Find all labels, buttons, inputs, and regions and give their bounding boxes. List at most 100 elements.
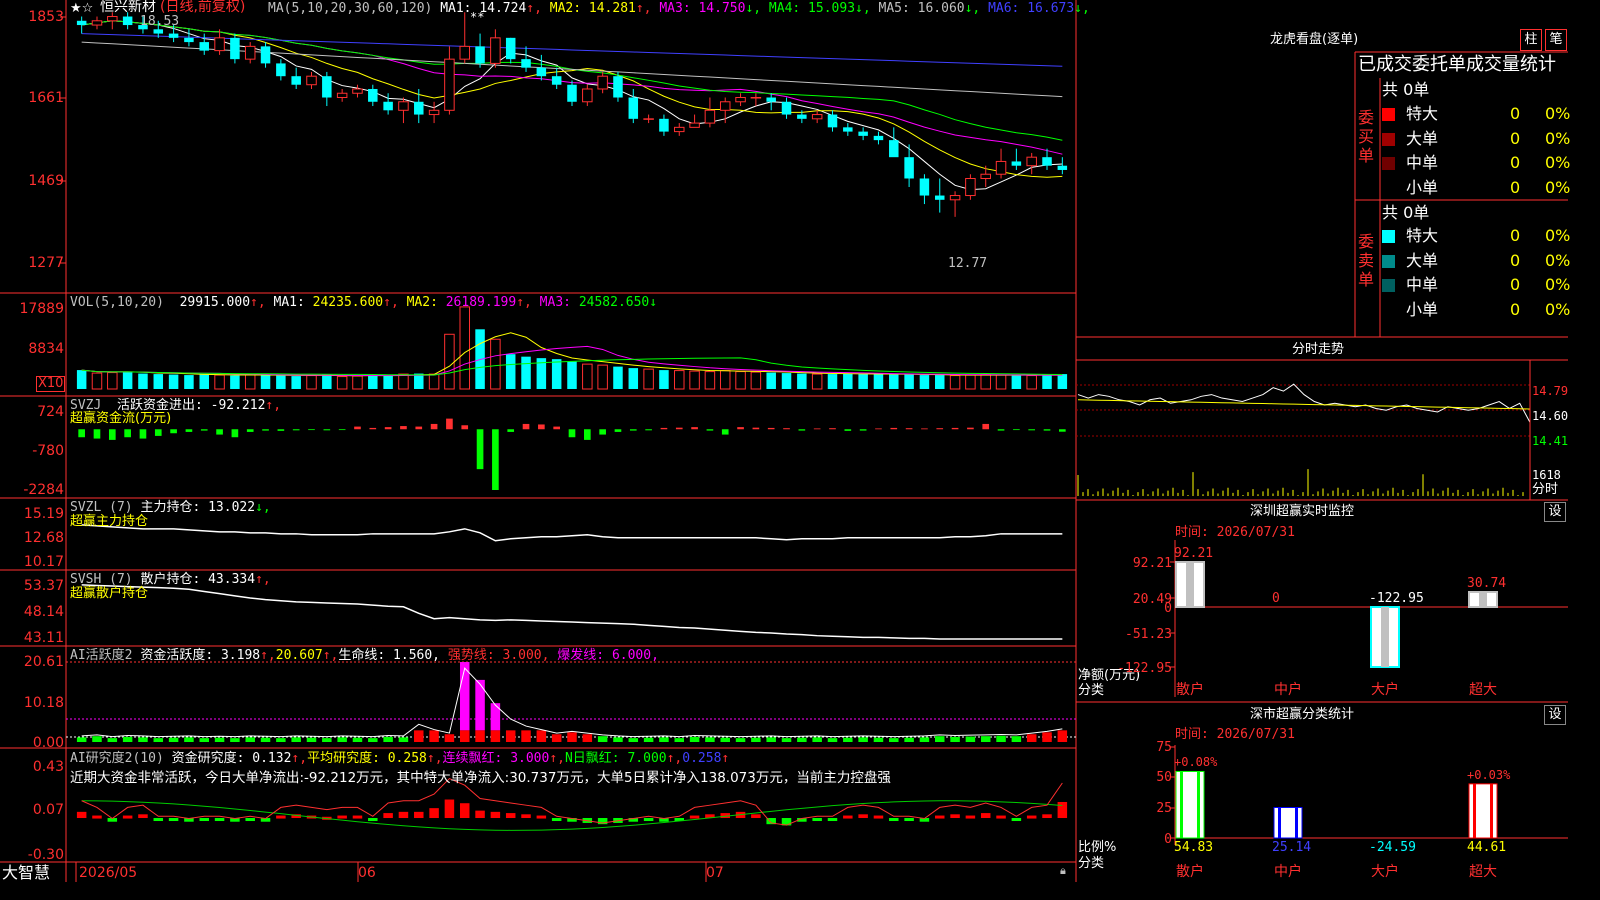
activity-bar xyxy=(965,736,976,742)
candle-body xyxy=(444,58,455,111)
research-bar xyxy=(1026,815,1037,819)
avg-research-line xyxy=(81,800,1063,831)
activity-bar xyxy=(797,737,807,742)
monitor-category: 中户 xyxy=(1274,682,1302,698)
volume-bar xyxy=(919,375,930,389)
flow-bar xyxy=(936,428,944,430)
svzj-subtitle: 超赢资金流(万元) xyxy=(70,411,172,426)
flow-bar xyxy=(446,418,453,430)
classify-bar-value: 44.61 xyxy=(1467,840,1507,855)
ai2-comment: 近期大资金非常活跃，今日大单净流出:-92.212万元，其中特大单净流入:30.… xyxy=(70,770,891,786)
flow-bar xyxy=(1028,429,1036,431)
intraday-price-line xyxy=(1077,383,1531,423)
order-name: 特大 xyxy=(1406,104,1439,123)
activity-bar xyxy=(597,736,608,742)
order-swatch xyxy=(1382,181,1395,195)
ma-arrow: ↓, xyxy=(964,1,989,16)
tick-view-button[interactable]: 笔 xyxy=(1545,29,1567,51)
favorite-star-icon[interactable]: ★☆ xyxy=(70,1,93,16)
flow-bar xyxy=(675,427,683,430)
research-bar xyxy=(153,818,164,822)
candle-body xyxy=(965,177,976,197)
ma-params: MA(5,10,20,30,60,120) xyxy=(268,1,441,16)
activity-bar xyxy=(122,736,133,742)
volume-bar xyxy=(750,371,762,390)
classify-bar-stripe xyxy=(1197,771,1200,838)
research-bar xyxy=(398,811,409,819)
activity-bar xyxy=(107,738,118,742)
order-count: 0 xyxy=(1510,177,1521,197)
flow-bar xyxy=(660,427,668,430)
volume-bar xyxy=(889,374,899,389)
candle-body xyxy=(536,67,547,77)
candle-body xyxy=(76,20,87,26)
activity-bar xyxy=(705,737,715,742)
volume-bar xyxy=(935,375,945,389)
activity-bar xyxy=(858,737,868,742)
flow-bar xyxy=(890,427,898,430)
volume-bar xyxy=(719,370,731,390)
monitor-settings-button[interactable]: 设 xyxy=(1544,502,1566,522)
research-bar xyxy=(812,818,822,822)
monitor-category: 超大 xyxy=(1469,682,1497,698)
flow-bar xyxy=(78,429,85,438)
activity-bar xyxy=(306,737,317,742)
activity-bar xyxy=(843,737,853,742)
high-price-note: 18.53 xyxy=(140,14,180,29)
activity-bar xyxy=(613,737,623,742)
activity-bar xyxy=(168,737,179,742)
volume-bar xyxy=(797,373,807,389)
order-pct: 0% xyxy=(1545,177,1571,197)
research-bar xyxy=(337,815,347,819)
order-swatch xyxy=(1382,230,1395,243)
svzl-subtitle: 超赢主力持仓 xyxy=(70,514,149,529)
activity-bar xyxy=(996,735,1006,742)
classify-time: 时间: 2026/07/31 xyxy=(1175,727,1295,742)
lock-icon[interactable]: 🔒︎ xyxy=(1060,864,1066,878)
vol-unit-badge[interactable]: X10 xyxy=(36,376,66,392)
svzl-axis-label: 12.68 xyxy=(23,530,64,546)
activity-bar xyxy=(1026,734,1037,742)
event-mark[interactable]: ** xyxy=(470,10,484,24)
flow-bar xyxy=(246,429,254,432)
classify-category: 散户 xyxy=(1176,864,1204,880)
monitor-time: 时间: 2026/07/31 xyxy=(1175,525,1295,540)
time-label: 2026/05 xyxy=(79,865,138,881)
order-swatch xyxy=(1382,108,1395,121)
candle-body xyxy=(428,109,440,116)
classify-title: 深市超赢分类统计 xyxy=(1250,707,1355,722)
intraday-axis-label: 14.60 xyxy=(1532,409,1569,423)
flow-bar xyxy=(139,429,147,439)
candle-body xyxy=(597,75,608,90)
activity-bar xyxy=(184,737,194,742)
ma-legend-item: MA2: 14.281 xyxy=(549,1,636,16)
volume-bar xyxy=(781,373,792,389)
ma-arrow: ↑, xyxy=(526,1,550,16)
candle-body xyxy=(1042,157,1052,166)
ma-legend: MA(5,10,20,30,60,120) MA1: 14.724↑, MA2:… xyxy=(268,1,1090,16)
activity-bar xyxy=(138,737,148,742)
activity-bar xyxy=(1057,730,1068,742)
volume-bar xyxy=(214,374,225,390)
classify-axis-label: 75 xyxy=(1156,740,1172,755)
flow-bar xyxy=(706,429,714,431)
volume-bar xyxy=(91,372,103,390)
research-bar xyxy=(352,815,363,819)
candle-body xyxy=(322,76,332,98)
order-swatch xyxy=(1382,303,1395,317)
bar-view-button[interactable]: 柱 xyxy=(1520,29,1542,51)
ai2-axis-label: -0.30 xyxy=(27,847,64,863)
flow-bar xyxy=(400,426,407,430)
activity-bar xyxy=(751,737,761,742)
time-label: 06 xyxy=(358,865,376,881)
order-count: 0 xyxy=(1510,275,1521,294)
kline-mode[interactable]: (日线,前复权) xyxy=(160,0,245,15)
volume-bar xyxy=(521,356,531,389)
ai1-axis-label: 10.18 xyxy=(23,695,64,711)
flow-bar xyxy=(430,423,438,430)
time-label: 07 xyxy=(706,865,724,881)
activity-bar xyxy=(92,736,102,742)
classify-settings-button[interactable]: 设 xyxy=(1544,705,1566,725)
flow-bar xyxy=(507,429,515,432)
volume-bar xyxy=(766,372,776,389)
